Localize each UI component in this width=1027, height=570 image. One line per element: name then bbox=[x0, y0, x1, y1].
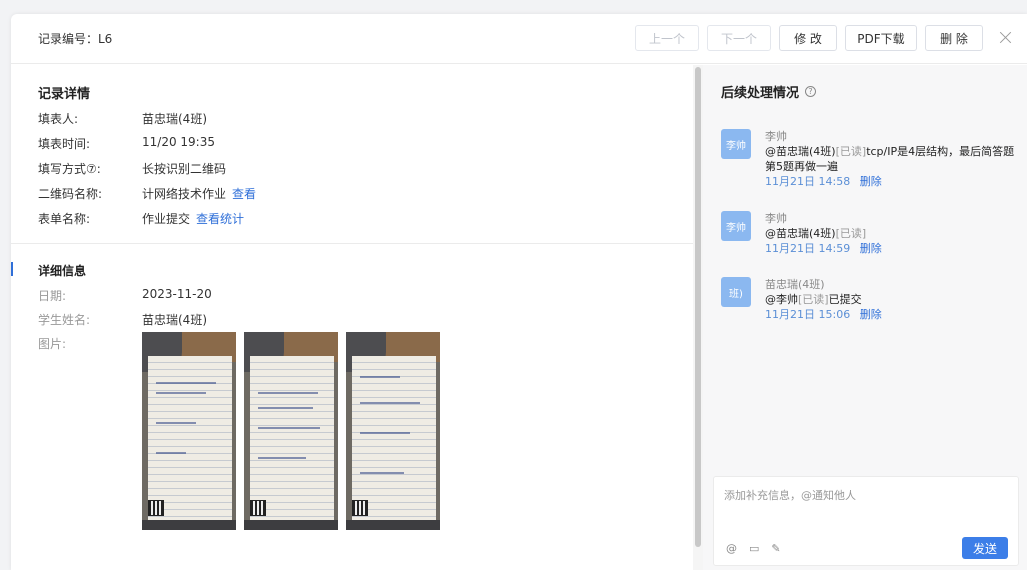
comment-time: 11月21日 14:59 bbox=[765, 242, 851, 255]
image-icon[interactable]: ▭ bbox=[749, 542, 759, 555]
field-images: 图片: bbox=[38, 335, 142, 352]
qrcode-icon bbox=[250, 500, 266, 516]
field-value: 作业提交 bbox=[142, 212, 191, 226]
next-button[interactable]: 下一个 bbox=[707, 25, 771, 51]
comment-time: 11月21日 15:06 bbox=[765, 308, 851, 321]
comment-item: 李帅 李帅 @苗忠瑞(4班)[已读] 11月21日 14:59 删除 bbox=[721, 211, 1015, 256]
send-button[interactable]: 发送 bbox=[962, 537, 1008, 559]
delete-button[interactable]: 删 除 bbox=[925, 25, 983, 51]
field-label: 填写方式⑦: bbox=[38, 162, 101, 176]
field-label: 二维码名称: bbox=[38, 187, 103, 201]
delete-comment-link[interactable]: 删除 bbox=[860, 308, 882, 321]
toolbar: 上一个 下一个 修 改 PDF下载 删 除 bbox=[627, 25, 1013, 51]
delete-comment-link[interactable]: 删除 bbox=[860, 175, 882, 188]
comment-time: 11月21日 14:58 bbox=[765, 175, 851, 188]
left-scrollbar[interactable] bbox=[693, 65, 703, 570]
field-value: 苗忠瑞(4班) bbox=[142, 112, 207, 126]
field-fill-method: 填写方式⑦: 长按识别二维码 bbox=[38, 160, 226, 177]
mention-icon[interactable]: @ bbox=[726, 542, 737, 555]
prev-button[interactable]: 上一个 bbox=[635, 25, 699, 51]
record-panel: 记录详情 填表人: 苗忠瑞(4班) 填表时间: 11/20 19:35 填写方式… bbox=[11, 65, 693, 570]
comment-mention: @李帅 bbox=[765, 293, 798, 306]
comment-mention: @苗忠瑞(4班) bbox=[765, 227, 836, 240]
followup-title-text: 后续处理情况 bbox=[721, 86, 800, 101]
comment-item: 李帅 李帅 @苗忠瑞(4班)[已读]tcp/IP是4层结构，最后简答题第5题再做… bbox=[721, 129, 1015, 189]
comment-author: 李帅 bbox=[765, 130, 787, 143]
section-divider bbox=[11, 243, 693, 244]
active-section-indicator bbox=[11, 262, 13, 276]
field-label: 学生姓名: bbox=[38, 313, 91, 327]
comment-text: @李帅[已读]已提交 bbox=[765, 292, 1015, 307]
help-icon[interactable]: ? bbox=[805, 86, 817, 97]
view-stats-link[interactable]: 查看统计 bbox=[196, 210, 244, 227]
field-filler: 填表人: 苗忠瑞(4班) bbox=[38, 110, 207, 127]
avatar: 李帅 bbox=[721, 211, 751, 241]
avatar: 班) bbox=[721, 277, 751, 307]
field-date: 日期: 2023-11-20 bbox=[38, 287, 212, 304]
homework-photo[interactable] bbox=[346, 332, 440, 530]
field-value: 长按识别二维码 bbox=[142, 162, 227, 176]
pdf-download-button[interactable]: PDF下载 bbox=[845, 25, 917, 51]
read-status: [已读] bbox=[835, 227, 867, 240]
followup-title: 后续处理情况 ? bbox=[721, 82, 817, 101]
qrcode-icon bbox=[352, 500, 368, 516]
field-label: 表单名称: bbox=[38, 212, 91, 226]
homework-photo[interactable] bbox=[244, 332, 338, 530]
dialog-header: 记录编号：L6 上一个 下一个 修 改 PDF下载 删 除 bbox=[11, 14, 1027, 64]
field-fill-time: 填表时间: 11/20 19:35 bbox=[38, 135, 215, 152]
scrollbar-thumb[interactable] bbox=[695, 67, 701, 547]
delete-comment-link[interactable]: 删除 bbox=[860, 242, 882, 255]
comment-input[interactable] bbox=[724, 489, 1004, 502]
field-label: 填表时间: bbox=[38, 137, 91, 151]
field-label: 图片: bbox=[38, 337, 67, 351]
field-student-name: 学生姓名: 苗忠瑞(4班) bbox=[38, 311, 207, 328]
comment-composer: @ ▭ ✎ 发送 bbox=[713, 476, 1019, 566]
field-value: 苗忠瑞(4班) bbox=[142, 313, 207, 327]
comment-mention: @苗忠瑞(4班) bbox=[765, 145, 836, 158]
pen-icon[interactable]: ✎ bbox=[771, 542, 780, 555]
comment-author: 苗忠瑞(4班) bbox=[765, 278, 825, 291]
view-qrcode-link[interactable]: 查看 bbox=[232, 185, 256, 202]
edit-button[interactable]: 修 改 bbox=[779, 25, 837, 51]
read-status: [已读] bbox=[798, 293, 829, 306]
field-value: 2023-11-20 bbox=[142, 287, 212, 301]
field-label: 填表人: bbox=[38, 112, 79, 126]
image-gallery bbox=[142, 332, 448, 530]
composer-tools: @ ▭ ✎ bbox=[726, 542, 793, 555]
comment-text: @苗忠瑞(4班)[已读]tcp/IP是4层结构，最后简答题第5题再做一遍 bbox=[765, 144, 1015, 174]
field-value: 计网络技术作业 bbox=[142, 187, 227, 201]
followup-panel: 后续处理情况 ? 李帅 李帅 @苗忠瑞(4班)[已读]tcp/IP是4层结构，最… bbox=[703, 65, 1027, 570]
field-form-name: 表单名称: 作业提交 查看统计 bbox=[38, 210, 244, 227]
comment-text: @苗忠瑞(4班)[已读] bbox=[765, 226, 1015, 241]
field-value: 11/20 19:35 bbox=[142, 135, 215, 149]
comment-author: 李帅 bbox=[765, 212, 787, 225]
comment-content: 已提交 bbox=[828, 293, 862, 306]
read-status: [已读] bbox=[835, 145, 867, 158]
record-details-title: 记录详情 bbox=[38, 87, 91, 102]
record-dialog: 记录编号：L6 上一个 下一个 修 改 PDF下载 删 除 记录详情 填表人: … bbox=[11, 14, 1027, 570]
field-qrcode-name: 二维码名称: 计网络技术作业 查看 bbox=[38, 185, 256, 202]
homework-photo[interactable] bbox=[142, 332, 236, 530]
qrcode-icon bbox=[148, 500, 164, 516]
avatar: 李帅 bbox=[721, 129, 751, 159]
close-icon[interactable] bbox=[999, 31, 1013, 45]
record-id: 记录编号：L6 bbox=[38, 32, 113, 46]
field-label: 日期: bbox=[38, 289, 67, 303]
detail-info-title: 详细信息 bbox=[38, 264, 87, 278]
comment-item: 班) 苗忠瑞(4班) @李帅[已读]已提交 11月21日 15:06 删除 bbox=[721, 277, 1015, 322]
